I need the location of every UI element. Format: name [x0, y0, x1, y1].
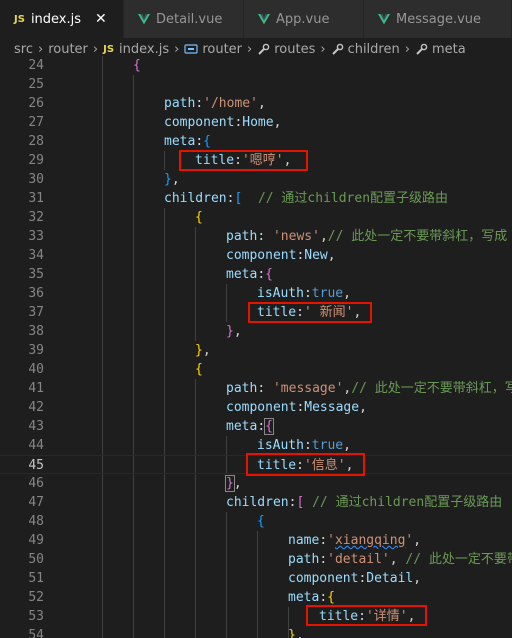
vue-file-icon: [378, 13, 390, 25]
code-editor[interactable]: 24 { 25 26 path:'/home', 27 component:Home,…: [0, 56, 512, 638]
line-number: 49: [28, 533, 44, 548]
code-line: 33 path: 'news',// 此处一定不要带斜杠，写成: [0, 227, 512, 246]
line-number: 46: [28, 476, 44, 491]
line-number: 44: [28, 438, 44, 453]
line-number: 48: [28, 514, 44, 529]
code-line: 35 meta:{: [0, 265, 512, 284]
tab-label: index.js: [30, 11, 82, 27]
breadcrumb-item[interactable]: router: [202, 42, 242, 57]
vue-file-icon: [258, 13, 270, 25]
chevron-right-icon: ›: [174, 41, 180, 57]
line-number: 27: [28, 115, 44, 130]
line-number: 51: [28, 571, 44, 586]
line-number: 29: [28, 153, 44, 168]
line-number: 43: [28, 419, 44, 434]
chevron-right-icon: ›: [320, 41, 326, 57]
line-number: 53: [28, 609, 44, 624]
highlight-box-title-news: [248, 302, 372, 323]
line-number: 32: [28, 210, 44, 225]
code-line: 34 component:New,: [0, 246, 512, 265]
code-line: 38},: [0, 322, 512, 341]
code-line: 36 isAuth:true,: [0, 284, 512, 303]
code-line: 27 component:Home,: [0, 113, 512, 132]
js-file-icon: JS: [103, 43, 115, 55]
breadcrumb-item[interactable]: children: [348, 42, 400, 57]
code-line: 54},: [0, 626, 512, 638]
property-wrench-icon: [331, 43, 344, 56]
line-number: 28: [28, 134, 44, 149]
property-wrench-icon: [257, 43, 270, 56]
code-line: 42 component:Message,: [0, 398, 512, 417]
code-line: 52 meta:{: [0, 588, 512, 607]
chevron-right-icon: ›: [404, 41, 410, 57]
line-number: 38: [28, 324, 44, 339]
breadcrumb-item[interactable]: router: [48, 42, 88, 57]
breadcrumb-item[interactable]: meta: [432, 42, 466, 57]
code-line: 41 path: 'message',// 此处一定不要带斜杠，写: [0, 379, 512, 398]
line-number: 33: [28, 229, 44, 244]
highlight-box-title-detail: [306, 605, 427, 626]
line-number: 39: [28, 343, 44, 358]
line-number: 42: [28, 400, 44, 415]
code-line: 24 {: [0, 56, 512, 75]
property-wrench-icon: [415, 43, 428, 56]
code-text: {: [133, 58, 141, 73]
line-number: 31: [28, 191, 44, 206]
breadcrumb-item[interactable]: routes: [274, 42, 315, 57]
line-number: 30: [28, 172, 44, 187]
tab-detail-vue[interactable]: Detail.vue: [124, 0, 244, 38]
line-number: 47: [28, 495, 44, 510]
breadcrumb-item[interactable]: src: [14, 42, 33, 57]
line-number: 35: [28, 267, 44, 282]
code-line: 51 component:Detail,: [0, 569, 512, 588]
close-icon[interactable]: ✕: [95, 11, 107, 27]
line-number: 50: [28, 552, 44, 567]
code-line: 43 meta:{: [0, 417, 512, 436]
code-line: 25: [0, 75, 512, 94]
tab-index-js[interactable]: JS index.js ✕: [0, 0, 124, 38]
line-number: 26: [28, 96, 44, 111]
code-line: 28 meta:{: [0, 132, 512, 151]
chevron-right-icon: ›: [37, 41, 44, 57]
line-number: 40: [28, 362, 44, 377]
code-line: 48{: [0, 512, 512, 531]
tab-message-vue[interactable]: Message.vue: [364, 0, 512, 38]
line-number: 45: [28, 458, 44, 473]
vue-file-icon: [138, 13, 150, 25]
highlight-box-title-message: [246, 453, 365, 476]
line-number: 52: [28, 590, 44, 605]
line-number: 34: [28, 248, 44, 263]
js-file-icon: JS: [14, 13, 25, 25]
code-line: 32{: [0, 208, 512, 227]
line-number: 24: [28, 58, 44, 73]
breadcrumb-item[interactable]: index.js: [119, 42, 169, 57]
highlight-box-title-home: [179, 150, 308, 171]
line-number: 25: [28, 77, 44, 92]
tab-label: App.vue: [276, 11, 330, 27]
tab-label: Message.vue: [396, 11, 482, 27]
code-line: 46},: [0, 474, 512, 493]
line-number: 37: [28, 305, 44, 320]
code-line: 53 title:'详情',: [0, 607, 512, 626]
chevron-right-icon: ›: [92, 41, 99, 57]
line-number: 41: [28, 381, 44, 396]
line-number: 54: [28, 628, 44, 638]
variable-symbol-icon: [184, 43, 198, 55]
code-line: 30},: [0, 170, 512, 189]
code-line: 31 children:[ // 通过children配置子级路由: [0, 189, 512, 208]
code-line: 50 path:'detail', // 此处一定不要带: [0, 550, 512, 569]
chevron-right-icon: ›: [247, 41, 253, 57]
tab-app-vue[interactable]: App.vue: [244, 0, 364, 38]
code-line: 39},: [0, 341, 512, 360]
line-number: 36: [28, 286, 44, 301]
code-line: 40{: [0, 360, 512, 379]
code-line: 26 path:'/home',: [0, 94, 512, 113]
editor-tab-bar: JS index.js ✕ Detail.vue App.vue Message…: [0, 0, 512, 39]
tab-label: Detail.vue: [156, 11, 223, 27]
code-line: 47 children:[ // 通过children配置子级路由: [0, 493, 512, 512]
code-line: 49 name:'xiangqing',: [0, 531, 512, 550]
